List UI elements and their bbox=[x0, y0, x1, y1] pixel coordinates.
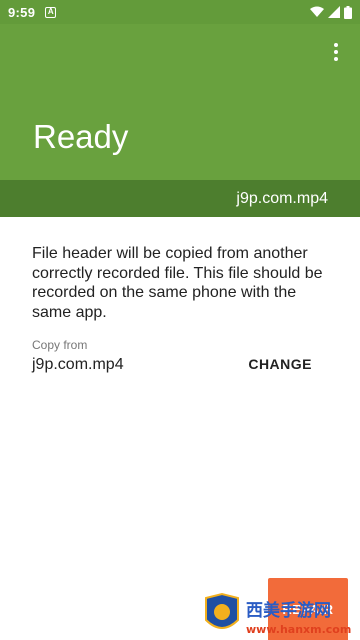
status-time: 9:59 bbox=[8, 4, 36, 20]
file-name-bar: j9p.com.mp4 bbox=[0, 180, 360, 217]
copy-from-file: j9p.com.mp4 bbox=[32, 356, 124, 373]
more-vert-icon[interactable] bbox=[324, 38, 348, 66]
signal-icon bbox=[328, 6, 340, 18]
status-bar: 9:59 A bbox=[0, 0, 360, 24]
file-name: j9p.com.mp4 bbox=[236, 189, 328, 207]
page-title: Ready bbox=[33, 118, 129, 155]
status-icons bbox=[310, 5, 352, 19]
app-bar: Ready bbox=[0, 24, 360, 180]
content-area: File header will be copied from another … bbox=[0, 217, 360, 640]
battery-icon bbox=[344, 5, 352, 19]
copy-from-label: Copy from bbox=[32, 338, 88, 352]
wifi-icon bbox=[310, 6, 324, 17]
notification-icon: A bbox=[45, 6, 57, 18]
description-text: File header will be copied from another … bbox=[32, 245, 323, 321]
change-button[interactable]: CHANGE bbox=[248, 356, 312, 372]
repair-button[interactable]: REPAIR bbox=[268, 578, 348, 640]
